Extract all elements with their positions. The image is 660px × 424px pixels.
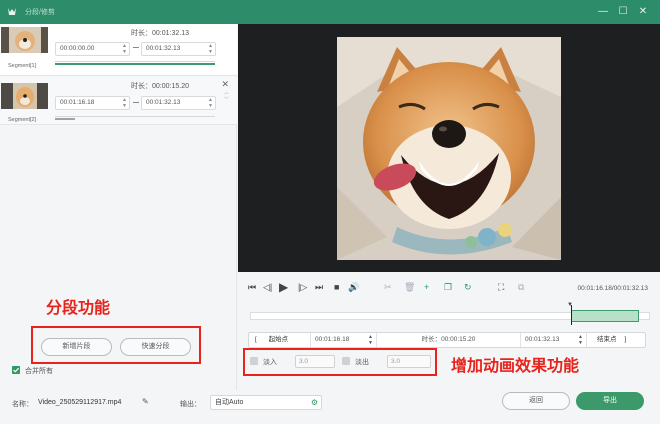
cut-icon[interactable]: ✂ (384, 282, 392, 293)
window-title: 分段/修剪 (25, 9, 55, 16)
name-label: 名称： (12, 401, 33, 408)
segment-range-bar (55, 63, 215, 65)
trim-bar: [ 起始点 00:01:16.18 ▲ ▼ 时长：00:00:15.20 00:01… (248, 332, 646, 348)
snapshot-icon[interactable]: ⧉ (518, 282, 524, 293)
stepper-icon[interactable]: ▲ ▼ (208, 97, 213, 109)
edit-name-icon[interactable]: ✎ (142, 397, 149, 406)
stepper-icon[interactable]: ▲ ▼ (368, 334, 373, 346)
segment-track (55, 61, 215, 62)
split-feature-annotation: 分段功能 (46, 300, 111, 317)
set-start-button[interactable]: [ 起始点 (249, 333, 311, 347)
refresh-icon[interactable]: ↻ (464, 282, 472, 293)
check-icon (13, 367, 20, 373)
step-back-icon[interactable]: ◁| (263, 282, 272, 293)
segment-item[interactable]: Segment[1] 时长：00:01:32.13 00:00:00.00 ▲ ▼… (0, 24, 237, 76)
stepper-icon[interactable]: ▲ ▼ (208, 43, 213, 55)
segment-duration: 时长：00:01:32.13 (131, 30, 189, 37)
stepper-icon[interactable]: ▲ ▼ (578, 334, 583, 346)
segment-item[interactable]: Segment[2] 时长：00:00:15.20 00:01:16.18 ▲ ▼… (0, 77, 237, 125)
export-button[interactable]: 导出 (576, 392, 644, 410)
timeline-selection[interactable] (571, 310, 639, 322)
add-icon[interactable]: + (424, 282, 429, 292)
fade-in-label: 淡入 (263, 359, 277, 366)
segment-label: Segment[1] (8, 63, 37, 69)
animation-feature-annotation: 增加动画效果功能 (451, 358, 580, 375)
bottom-bar: 名称： Video_250529112917.mp4 ✎ 输出： 自动Auto … (0, 390, 660, 424)
quick-split-button[interactable]: 快速分段 (120, 338, 191, 356)
fade-out-checkbox[interactable] (342, 357, 350, 365)
segment-thumbnail (1, 83, 48, 109)
volume-icon[interactable]: 🔊 (348, 282, 359, 293)
close-button[interactable]: ✕ (636, 5, 650, 19)
fade-out-label: 淡出 (355, 359, 369, 366)
set-end-button[interactable]: 结束点 ] (587, 333, 645, 347)
range-dash (133, 47, 139, 48)
trim-end-input[interactable]: 00:01:32.13 ▲ ▼ (521, 333, 587, 347)
step-forward-icon[interactable]: |▷ (298, 282, 307, 293)
file-name: Video_250529112917.mp4 (38, 399, 122, 406)
segment-panel: Segment[1] 时长：00:01:32.13 00:00:00.00 ▲ ▼… (0, 24, 237, 424)
delete-segment-icon[interactable]: ✕ (221, 79, 229, 90)
segment-duration: 时长：00:00:15.20 (131, 83, 189, 90)
minimize-button[interactable]: — (596, 5, 610, 19)
skip-to-start-icon[interactable]: ⏮ (248, 282, 256, 293)
playhead-icon[interactable]: ▼ (567, 302, 573, 308)
back-button[interactable]: 返回 (502, 392, 570, 410)
delete-icon[interactable]: 🗑 (404, 282, 415, 293)
title-bar: 分段/修剪 — ☐ ✕ (0, 0, 660, 24)
play-icon[interactable]: ▶ (279, 280, 288, 294)
trim-duration: 时长：00:00:15.20 (377, 333, 521, 347)
output-label: 输出： (180, 401, 201, 408)
fade-in-duration-input[interactable]: 3.0 (295, 355, 335, 368)
segment-label: Segment[2] (8, 117, 37, 123)
stepper-icon[interactable]: ▲ ▼ (122, 43, 127, 55)
output-select[interactable]: 自动Auto ⚙ (210, 395, 322, 410)
fade-in-checkbox[interactable] (250, 357, 258, 365)
fade-out-duration-input[interactable]: 3.0 (387, 355, 431, 368)
video-frame (337, 37, 561, 260)
segment-range-bar (55, 118, 75, 120)
segment-end-input[interactable]: 00:01:32.13 ▲ ▼ (141, 96, 216, 110)
segment-thumbnail (1, 27, 48, 53)
app-logo-icon (8, 8, 16, 15)
merge-all-checkbox[interactable] (12, 366, 20, 374)
merge-all-label: 合并所有 (25, 368, 53, 375)
stop-icon[interactable]: ■ (334, 282, 339, 292)
trim-start-input[interactable]: 00:01:16.18 ▲ ▼ (311, 333, 377, 347)
playhead[interactable] (571, 305, 572, 325)
fullscreen-icon[interactable]: ⛶ (498, 282, 504, 293)
stepper-icon[interactable]: ▲ ▼ (122, 97, 127, 109)
segment-start-input[interactable]: 00:01:16.18 ▲ ▼ (55, 96, 130, 110)
timecode-readout: 00:01:16.18/00:01:32.13 (577, 285, 648, 292)
segment-track (55, 116, 215, 117)
reorder-arrows-icon[interactable]: ︿ ﹀ (224, 90, 229, 104)
maximize-button[interactable]: ☐ (616, 5, 630, 19)
new-segment-button[interactable]: 新增片段 (41, 338, 112, 356)
copy-icon[interactable]: ❐ (444, 282, 452, 293)
segment-end-input[interactable]: 00:01:32.13 ▲ ▼ (141, 42, 216, 56)
skip-to-end-icon[interactable]: ⏭ (315, 282, 323, 293)
segment-start-input[interactable]: 00:00:00.00 ▲ ▼ (55, 42, 130, 56)
settings-gear-icon[interactable]: ⚙ (311, 396, 318, 409)
video-preview (238, 24, 660, 272)
range-dash (133, 102, 139, 103)
